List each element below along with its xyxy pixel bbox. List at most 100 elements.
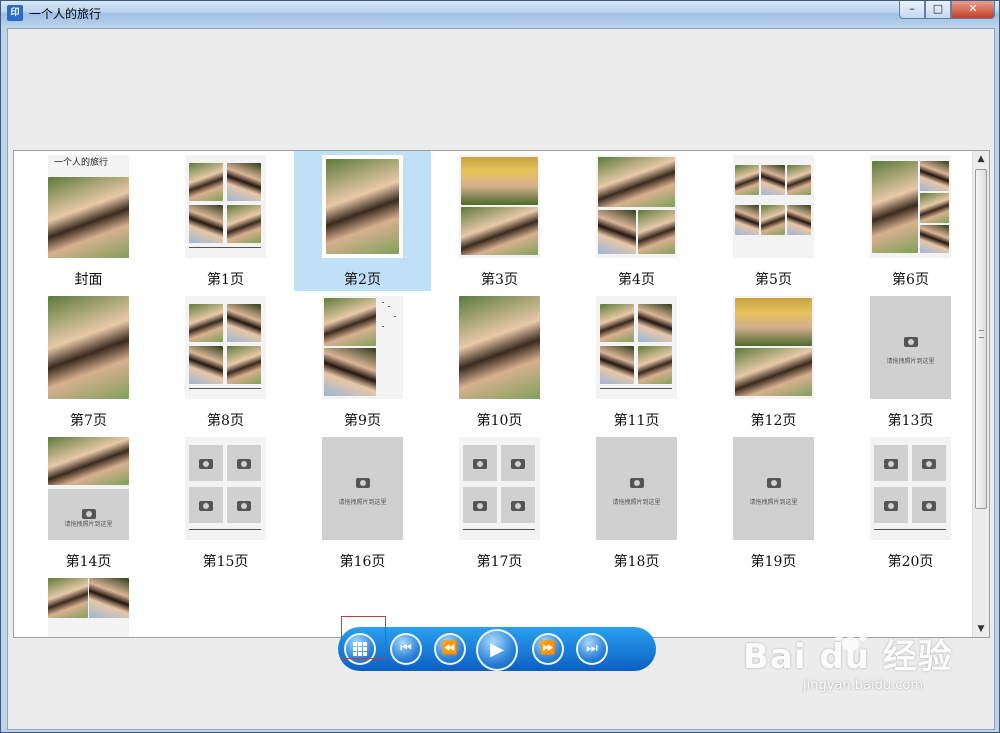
first-page-button[interactable]: ⏮: [390, 633, 422, 665]
page-preview: [870, 155, 951, 258]
page-label: 第3页: [481, 272, 518, 288]
page-thumbnail[interactable]: 第8页: [157, 292, 294, 432]
cover-title: 一个人的旅行: [54, 158, 109, 168]
placeholder-text: 请拖拽照片到这里: [64, 520, 113, 528]
photo-placeholder: 请拖拽照片到这里: [870, 296, 951, 399]
page-thumbnail[interactable]: 第17页: [431, 433, 568, 573]
text-line: [382, 302, 384, 303]
text-line: [189, 529, 261, 530]
paw-logo-icon: [833, 623, 867, 653]
page-thumbnail[interactable]: 请拖拽照片到这里第13页: [842, 292, 979, 432]
thumbnail-photo: [787, 205, 811, 235]
thumbnail-photo: [326, 159, 399, 254]
page-thumbnail[interactable]: 请拖拽照片到这里第19页: [705, 433, 842, 573]
scroll-down-arrow-icon[interactable]: ▼: [973, 621, 989, 637]
thumbnail-photo: [189, 346, 223, 384]
page-thumbnail[interactable]: 第15页: [157, 433, 294, 573]
page-preview: [596, 155, 677, 258]
placeholder-text: 请拖拽照片到这里: [338, 498, 387, 506]
page-thumbnail[interactable]: 第5页: [705, 151, 842, 291]
last-page-button[interactable]: ⏭: [576, 633, 608, 665]
page-label: 第4页: [618, 272, 655, 288]
page-thumbnail[interactable]: 请拖拽照片到这里第14页: [20, 433, 157, 573]
thumbnail-photo: [872, 161, 918, 253]
text-line: [189, 388, 261, 389]
page-thumbnail[interactable]: 第2页: [294, 151, 431, 291]
thumbnail-photo: [761, 165, 785, 195]
window-title: 一个人的旅行: [29, 7, 102, 21]
page-label: 第20页: [887, 554, 934, 570]
thumbnail-photo: [600, 304, 634, 342]
thumbnail-photo: [461, 157, 538, 205]
thumbnail-photo: [920, 225, 949, 253]
page-label: 第11页: [613, 413, 660, 429]
page-thumbnail[interactable]: 请拖拽照片到这里 第18页: [568, 433, 705, 573]
thumbnail-photo: [189, 205, 223, 243]
text-line: [600, 388, 672, 389]
page-thumbnail[interactable]: 第9页: [294, 292, 431, 432]
page-thumbnail[interactable]: [20, 574, 157, 637]
title-bar[interactable]: 印 一个人的旅行 – □ ✕: [1, 1, 999, 25]
thumbnail-photo: [787, 165, 811, 195]
page-thumbnail[interactable]: 第1页: [157, 151, 294, 291]
page-thumbnail[interactable]: 第11页: [568, 292, 705, 432]
page-preview: [48, 578, 129, 637]
app-icon: 印: [7, 5, 23, 21]
page-preview: 请拖拽照片到这里: [733, 437, 814, 540]
page-thumbnail[interactable]: 第10页: [431, 292, 568, 432]
thumbnail-photo: [324, 298, 376, 346]
photo-placeholder: [189, 487, 223, 523]
scrollbar-thumb[interactable]: [975, 169, 987, 509]
page-thumbnail[interactable]: 第12页: [705, 292, 842, 432]
thumbnail-photo: [735, 298, 812, 346]
page-label: 第18页: [613, 554, 660, 570]
thumbnail-photo: [598, 157, 675, 207]
page-thumbnail[interactable]: 第7页: [20, 292, 157, 432]
page-preview: 一个人的旅行: [48, 155, 129, 258]
page-thumbnail[interactable]: 第6页: [842, 151, 979, 291]
page-label: 第8页: [207, 413, 244, 429]
close-button[interactable]: ✕: [951, 1, 995, 19]
thumbnail-photo: [459, 296, 540, 399]
page-label: 封面: [74, 272, 103, 288]
camera-icon: [766, 478, 781, 489]
page-preview: [322, 155, 403, 258]
app-window: 印 一个人的旅行 – □ ✕ 一个人的旅行 封面 第1页 第2页 第3页 第4页 第5页 第6…: [0, 0, 1000, 733]
page-thumbnail[interactable]: 一个人的旅行封面: [20, 151, 157, 291]
text-line: [388, 306, 390, 307]
page-label: 第17页: [476, 554, 523, 570]
page-thumbnail-pane[interactable]: 一个人的旅行 封面 第1页 第2页 第3页 第4页 第5页 第6页 第7页 第8页 第9页 第10页第…: [13, 150, 990, 638]
page-thumbnail[interactable]: 第3页: [431, 151, 568, 291]
text-line: [394, 316, 396, 317]
vertical-scrollbar[interactable]: ▲ ▼: [972, 151, 989, 637]
page-preview: [733, 155, 814, 258]
highlight-frame: [341, 616, 386, 659]
page-label: 第16页: [339, 554, 386, 570]
thumbnail-photo: [189, 304, 223, 342]
photo-placeholder: [501, 487, 535, 523]
page-preview: 请拖拽照片到这里: [322, 437, 403, 540]
page-label: 第19页: [750, 554, 797, 570]
page-label: 第13页: [887, 413, 934, 429]
page-thumbnail[interactable]: 第4页: [568, 151, 705, 291]
placeholder-text: 请拖拽照片到这里: [749, 498, 798, 506]
play-button[interactable]: ▶: [476, 629, 518, 671]
thumbnail-photo: [324, 348, 376, 396]
page-preview: [459, 155, 540, 258]
thumbnail-photo: [638, 346, 672, 384]
camera-icon: [511, 459, 525, 470]
first-page-icon: ⏮: [400, 641, 412, 656]
text-line: [382, 326, 384, 327]
thumbnail-photo: [600, 346, 634, 384]
page-thumbnail[interactable]: 第20页: [842, 433, 979, 573]
page-thumbnail[interactable]: 请拖拽照片到这里第16页: [294, 433, 431, 573]
thumbnail-photo: [89, 578, 129, 618]
camera-icon: [884, 459, 898, 470]
previous-page-button[interactable]: ⏪: [434, 633, 466, 665]
next-page-button[interactable]: ⏩: [532, 633, 564, 665]
page-label: 第14页: [65, 554, 112, 570]
thumbnail-photo: [48, 437, 129, 485]
maximize-button[interactable]: □: [925, 1, 951, 19]
scroll-up-arrow-icon[interactable]: ▲: [973, 151, 989, 167]
minimize-button[interactable]: –: [899, 1, 925, 19]
